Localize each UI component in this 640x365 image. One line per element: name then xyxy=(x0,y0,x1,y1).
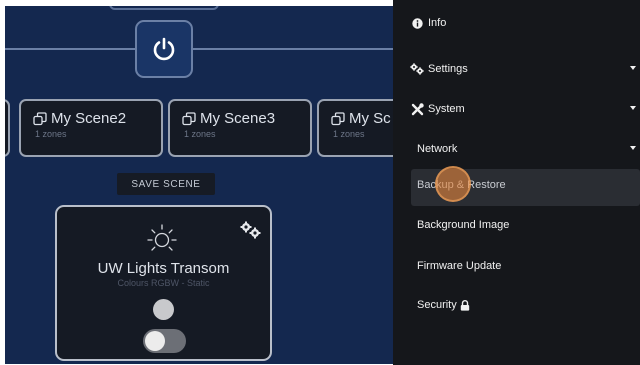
scene-zone-count: 1 zones xyxy=(333,129,365,139)
power-button[interactable] xyxy=(135,20,193,78)
power-divider-right xyxy=(193,48,393,50)
gears-icon[interactable] xyxy=(240,221,262,239)
menu-label-system: System xyxy=(428,103,465,115)
scene-card-my-scene2[interactable]: My Scene2 1 zones xyxy=(19,99,163,157)
chevron-down-icon xyxy=(630,106,636,110)
lock-icon xyxy=(460,299,469,311)
menu-label-security: Security xyxy=(417,299,457,311)
scene-title: My Sc xyxy=(349,110,391,127)
gears-icon xyxy=(410,63,424,75)
menu-label-network: Network xyxy=(417,143,458,155)
power-divider-left xyxy=(5,48,135,50)
chevron-down-icon xyxy=(630,146,636,150)
info-icon xyxy=(411,17,423,29)
scene-control-panel: My Scene2 1 zones My Scene3 1 zones My S… xyxy=(5,6,393,364)
top-tab-button[interactable] xyxy=(109,6,219,10)
menu-item-background-image[interactable]: Background Image xyxy=(393,209,640,241)
zone-title: UW Lights Transom xyxy=(97,260,230,277)
menu-label-info: Info xyxy=(428,17,447,29)
zone-card[interactable]: UW Lights Transom Colours RGBW - Static xyxy=(55,205,272,361)
zone-subtitle: Colours RGBW - Static xyxy=(117,278,210,288)
menu-item-system[interactable]: System xyxy=(393,93,640,125)
scene-card-1[interactable] xyxy=(5,99,10,157)
scene-card-my-scene3[interactable]: My Scene3 1 zones xyxy=(168,99,312,157)
sun-icon xyxy=(147,224,177,251)
scene-card-my-scene4[interactable]: My Sc 1 zones xyxy=(317,99,393,157)
scene-zone-count: 1 zones xyxy=(184,129,216,139)
power-icon xyxy=(153,37,175,61)
menu-label-firmware-update: Firmware Update xyxy=(417,260,502,272)
settings-menu: Info Settings System Network Restore Bac… xyxy=(393,0,640,365)
click-indicator xyxy=(435,166,471,202)
scene-title: My Scene3 xyxy=(200,110,276,127)
menu-item-backup-restore[interactable]: Backup & Restore xyxy=(393,169,640,201)
menu-label-background-image: Background Image xyxy=(417,219,510,231)
save-scene-button[interactable]: SAVE SCENE xyxy=(117,173,215,195)
menu-item-security[interactable]: Security xyxy=(393,289,640,321)
scene-zone-count: 1 zones xyxy=(35,129,67,139)
zone-power-toggle[interactable] xyxy=(143,329,186,353)
scene-copy-icon xyxy=(331,111,345,125)
tools-icon xyxy=(411,102,424,115)
toggle-knob xyxy=(145,331,165,351)
menu-item-settings[interactable]: Settings xyxy=(393,53,640,85)
menu-label-settings: Settings xyxy=(428,63,468,75)
menu-item-info[interactable]: Info xyxy=(393,7,640,39)
scene-copy-icon xyxy=(182,111,196,125)
chevron-down-icon xyxy=(630,66,636,70)
scene-copy-icon xyxy=(33,111,47,125)
scene-title: My Scene2 xyxy=(51,110,127,127)
zone-color-indicator[interactable] xyxy=(153,299,174,320)
menu-item-network[interactable]: Network xyxy=(393,133,640,165)
menu-item-firmware-update[interactable]: Firmware Update xyxy=(393,250,640,282)
